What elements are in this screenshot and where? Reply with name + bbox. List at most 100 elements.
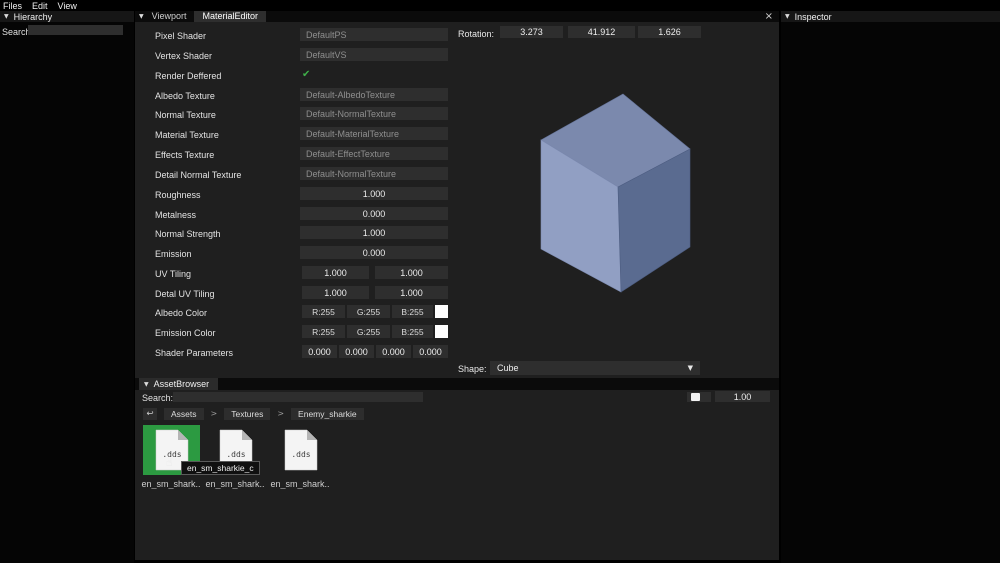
material-texture-field[interactable]: Default-MaterialTexture [300, 127, 448, 140]
chevron-right-icon: > [210, 409, 218, 418]
detail-uv-tiling-label: Detal UV Tiling [155, 289, 215, 299]
hierarchy-panel: ▼ Hierarchy Search: [0, 11, 134, 563]
vertex-shader-field[interactable]: DefaultVS [300, 48, 448, 61]
normal-texture-label: Normal Texture [155, 110, 216, 120]
uv-tiling-label: UV Tiling [155, 269, 192, 279]
albedo-color-label: Albedo Color [155, 308, 208, 318]
emission-color-g-field[interactable]: G:255 [347, 325, 390, 338]
detail-normal-texture-label: Detail Normal Texture [155, 170, 242, 180]
shader-param-1-field[interactable]: 0.000 [339, 345, 374, 358]
asset-label: en_sm_shark.. [270, 479, 330, 489]
roughness-field[interactable]: 1.000 [300, 187, 448, 200]
asset-tile[interactable]: .dds [272, 425, 329, 475]
asset-label: en_sm_shark.. [141, 479, 201, 489]
metalness-label: Metalness [155, 210, 197, 220]
collapse-icon[interactable]: ▼ [4, 13, 9, 20]
emission-label: Emission [155, 249, 192, 259]
tab-asset-browser[interactable]: ▼ AssetBrowser [139, 378, 219, 390]
menu-files[interactable]: Files [3, 1, 22, 11]
roughness-label: Roughness [155, 190, 201, 200]
hand-cursor-icon: ☝ [166, 456, 173, 469]
thumbnail-scale-value[interactable]: 1.00 [715, 391, 770, 402]
asset-browser-tab-strip: ▼ AssetBrowser [135, 378, 779, 390]
pixel-shader-label: Pixel Shader [155, 31, 207, 41]
uv-tiling-u-field[interactable]: 1.000 [302, 266, 369, 279]
property-row: Vertex Shader DefaultVS [155, 48, 585, 62]
metalness-field[interactable]: 0.000 [300, 207, 448, 220]
breadcrumb: ↩ Assets > Textures > Enemy_sharkie [143, 407, 364, 420]
albedo-color-b-field[interactable]: B:255 [392, 305, 433, 318]
shape-dropdown[interactable]: Cube ▼ [490, 361, 700, 375]
tab-viewport[interactable]: Viewport [144, 11, 195, 22]
rotation-y-field[interactable]: 41.912 [568, 26, 635, 38]
color-swatch-rect [435, 325, 448, 338]
albedo-color-g-field[interactable]: G:255 [347, 305, 390, 318]
breadcrumb-textures[interactable]: Textures [224, 407, 271, 420]
normal-strength-label: Normal Strength [155, 229, 221, 239]
uv-tiling-v-field[interactable]: 1.000 [375, 266, 448, 279]
emission-field[interactable]: 0.000 [300, 246, 448, 259]
albedo-color-swatch[interactable] [435, 305, 448, 318]
effects-texture-field[interactable]: Default-EffectTexture [300, 147, 448, 160]
rotation-z-field[interactable]: 1.626 [638, 26, 701, 38]
menu-bar: Files Edit View [0, 0, 1000, 11]
vertex-shader-label: Vertex Shader [155, 51, 213, 61]
asset-browser-title: AssetBrowser [153, 379, 210, 389]
albedo-texture-label: Albedo Texture [155, 91, 215, 101]
rotation-x-field[interactable]: 3.273 [500, 26, 563, 38]
asset-label: en_sm_shark.. [205, 479, 265, 489]
inspector-title: Inspector [794, 11, 832, 22]
emission-color-b-field[interactable]: B:255 [392, 325, 433, 338]
hierarchy-search-input[interactable] [28, 25, 123, 35]
shader-param-0-field[interactable]: 0.000 [302, 345, 337, 358]
effects-texture-label: Effects Texture [155, 150, 215, 160]
breadcrumb-assets[interactable]: Assets [164, 407, 204, 420]
hierarchy-header[interactable]: ▼ Hierarchy [0, 11, 134, 22]
asset-search-label: Search: [142, 393, 174, 403]
emission-color-label: Emission Color [155, 328, 216, 338]
property-row: Shader Parameters 0.000 0.000 0.000 0.00… [155, 345, 585, 359]
normal-texture-field[interactable]: Default-NormalTexture [300, 107, 448, 120]
property-row: Emission Color R:255 G:255 B:255 [155, 325, 585, 339]
menu-view[interactable]: View [58, 1, 77, 11]
file-ext-text: .dds [226, 450, 245, 459]
detail-normal-texture-field[interactable]: Default-NormalTexture [300, 167, 448, 180]
chevron-down-icon: ▼ [687, 364, 693, 372]
emission-color-r-field[interactable]: R:255 [302, 325, 345, 338]
file-ext-text: .dds [291, 450, 310, 459]
pixel-shader-field[interactable]: DefaultPS [300, 28, 448, 41]
shape-label: Shape: [458, 364, 487, 374]
asset-search-input[interactable] [173, 392, 423, 402]
thumbnail-scale-slider[interactable] [687, 392, 711, 402]
shader-param-3-field[interactable]: 0.000 [413, 345, 448, 358]
rotation-label: Rotation: [458, 29, 495, 39]
material-preview-viewport[interactable] [515, 83, 735, 308]
shader-parameters-label: Shader Parameters [155, 348, 234, 358]
asset-browser-panel: ▼ AssetBrowser Search: 1.00 ↩ Assets > T… [135, 378, 779, 560]
slider-handle[interactable] [691, 393, 700, 401]
chevron-right-icon: > [277, 409, 285, 418]
menu-edit[interactable]: Edit [32, 1, 48, 11]
render-deffered-label: Render Deffered [155, 71, 222, 81]
material-texture-label: Material Texture [155, 130, 219, 140]
albedo-texture-field[interactable]: Default-AlbedoTexture [300, 88, 448, 101]
breadcrumb-enemy-sharkie[interactable]: Enemy_sharkie [291, 407, 364, 420]
collapse-icon[interactable]: ▼ [785, 13, 790, 20]
color-swatch-rect [435, 305, 448, 318]
albedo-color-r-field[interactable]: R:255 [302, 305, 345, 318]
detail-uv-tiling-u-field[interactable]: 1.000 [302, 286, 369, 299]
close-icon[interactable]: × [765, 11, 773, 22]
inspector-panel: ▼ Inspector [781, 11, 1000, 563]
collapse-icon[interactable]: ▼ [144, 381, 149, 388]
tab-material-editor[interactable]: MaterialEditor [194, 11, 267, 22]
back-button[interactable]: ↩ [143, 407, 157, 420]
emission-color-swatch[interactable] [435, 325, 448, 338]
shader-param-2-field[interactable]: 0.000 [376, 345, 411, 358]
normal-strength-field[interactable]: 1.000 [300, 226, 448, 239]
inspector-header[interactable]: ▼ Inspector [781, 11, 1000, 22]
hierarchy-title: Hierarchy [13, 11, 53, 22]
editor-tab-strip: ▼ Viewport MaterialEditor × [135, 11, 779, 22]
property-row: Render Deffered ✔ [155, 68, 585, 82]
checkmark-icon[interactable]: ✔ [302, 69, 310, 80]
detail-uv-tiling-v-field[interactable]: 1.000 [375, 286, 448, 299]
